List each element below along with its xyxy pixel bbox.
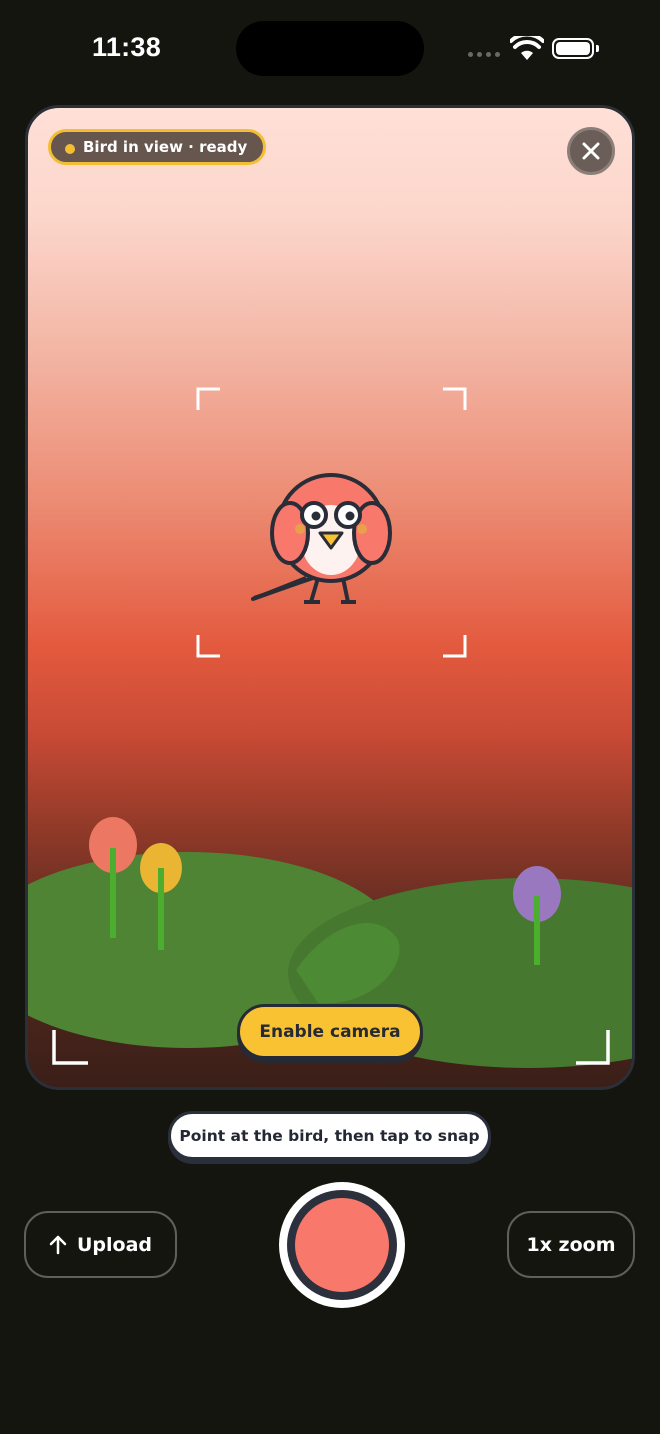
close-icon [582, 142, 600, 160]
cellular-signal-icon [468, 50, 502, 58]
camera-viewfinder[interactable] [25, 105, 635, 1090]
shutter-ring [287, 1190, 397, 1300]
enable-camera-button[interactable]: Enable camera [237, 1004, 423, 1059]
bird-status-label: Bird in view · ready [83, 138, 248, 156]
bird-illustration [251, 473, 392, 604]
bird-status-badge: Bird in view · ready [48, 129, 267, 165]
zoom-button[interactable]: 1x zoom [507, 1211, 635, 1278]
dynamic-island [236, 21, 424, 76]
upload-label: Upload [76, 1233, 153, 1256]
wifi-icon [510, 36, 544, 60]
hint-pill: Point at the bird, then tap to snap [168, 1111, 491, 1160]
battery-icon [552, 38, 599, 59]
close-button[interactable] [567, 127, 615, 175]
hint-text: Point at the bird, then tap to snap [179, 1126, 480, 1145]
status-time: 11:38 [92, 32, 162, 62]
zoom-label: 1x zoom [526, 1233, 616, 1256]
scene-illustration [28, 387, 632, 1068]
shutter-button[interactable] [279, 1182, 405, 1308]
arrow-up-icon [49, 1235, 67, 1254]
shutter-core [295, 1198, 389, 1292]
status-dot-icon [65, 144, 75, 154]
upload-button[interactable]: Upload [24, 1211, 177, 1278]
